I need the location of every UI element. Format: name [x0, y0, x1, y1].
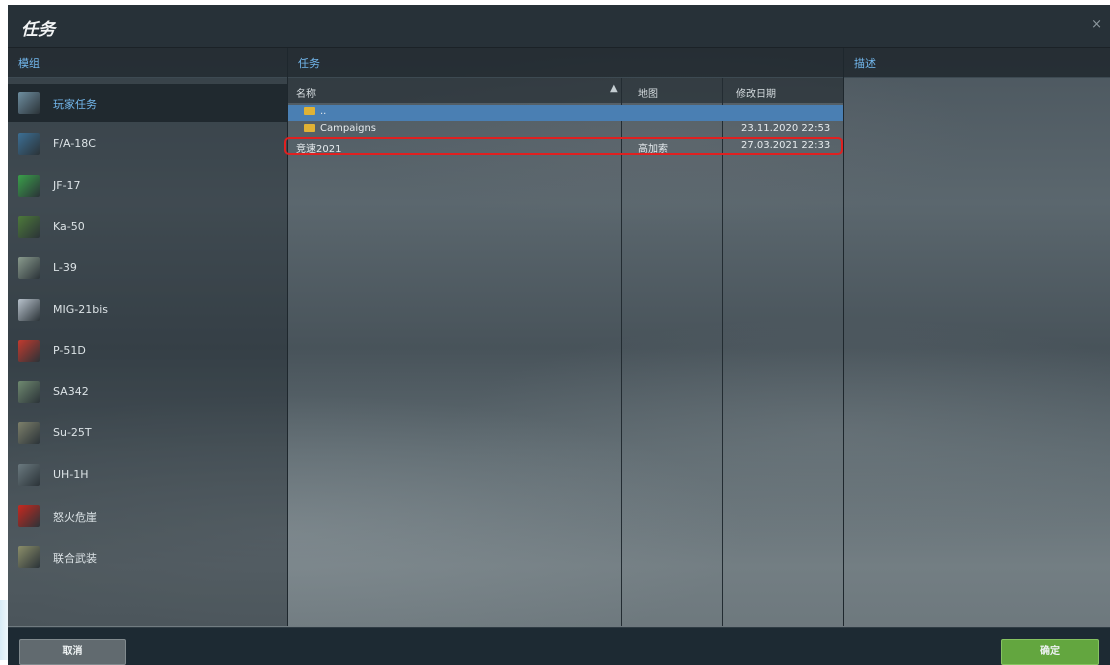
l39-icon	[18, 257, 40, 280]
sidebar-item-label: Ka-50	[53, 219, 85, 233]
fa18c-icon	[18, 133, 40, 156]
mission-date: 27.03.2021 22:33	[741, 140, 831, 151]
mission-name: Campaigns	[304, 123, 376, 134]
mission-name-text: 竞速2021	[296, 144, 342, 155]
sa342-icon	[18, 381, 40, 404]
p51d-icon	[18, 339, 40, 362]
mission-name: ..	[304, 106, 326, 117]
description-column-header: 描述	[844, 48, 1110, 78]
sidebar-item-label: 联合武装	[53, 552, 97, 566]
missions-column-header: 任务	[288, 48, 843, 78]
table-row[interactable]: Campaigns 23.11.2020 22:53	[288, 122, 843, 138]
mission-name: 竞速2021	[296, 140, 341, 155]
sort-ascending-icon[interactable]: ▲	[610, 83, 618, 94]
sidebar-item[interactable]: MIG-21bis	[8, 291, 287, 329]
sidebar-item[interactable]: P-51D	[8, 332, 287, 370]
sidebar-item[interactable]: JF-17	[8, 167, 287, 205]
player-mission-icon	[18, 92, 40, 114]
sidebar-item-label: L-39	[53, 261, 77, 275]
mission-name-text: ..	[320, 106, 327, 117]
mission-list: 名称 ▲ 地图 修改日期 .. Campaigns 23.11.2020 22:53…	[284, 78, 843, 626]
folder-icon	[304, 107, 315, 115]
description-column-title: 描述	[854, 57, 876, 70]
mission-date: 23.11.2020 22:53	[741, 123, 831, 134]
table-header: 名称 ▲ 地图 修改日期	[288, 78, 843, 103]
sidebar-item-label: P-51D	[53, 343, 86, 357]
sidebar-item[interactable]: Ka-50	[8, 208, 287, 246]
table-gridline	[722, 78, 723, 626]
missions-column-title: 任务	[298, 57, 320, 70]
sidebar-item-label: SA342	[53, 385, 89, 399]
table-row[interactable]: ..	[288, 105, 843, 121]
mission-name-text: Campaigns	[320, 123, 377, 134]
date-column-header[interactable]: 修改日期	[736, 85, 776, 100]
table-gridline	[621, 78, 622, 626]
sidebar-item[interactable]: F/A-18C	[8, 125, 287, 163]
sidebar-item[interactable]: 怒火危崖	[8, 497, 287, 535]
ka50-icon	[18, 215, 40, 238]
sidebar-item-label: F/A-18C	[53, 137, 96, 151]
module-sidebar: 玩家任务 F/A-18C JF-17 Ka-50 L-39 MIG-21bis P-51D S…	[8, 78, 287, 626]
map-column-header[interactable]: 地图	[638, 85, 658, 100]
close-icon[interactable]: ×	[1091, 17, 1102, 32]
modules-column-header: 模组	[8, 48, 287, 78]
mission-map: 高加索	[638, 144, 668, 155]
sidebar-item-label: 玩家任务	[53, 98, 97, 111]
sidebar-item[interactable]: 玩家任务	[8, 84, 287, 122]
cancel-button[interactable]: 取消	[19, 639, 126, 665]
star-icon	[18, 505, 40, 527]
sidebar-item-label: MIG-21bis	[53, 302, 108, 316]
mig21bis-icon	[18, 298, 40, 321]
sidebar-item[interactable]: 联合武装	[8, 538, 287, 576]
sidebar-item[interactable]: Su-25T	[8, 414, 287, 452]
sidebar-item-label: Su-25T	[53, 426, 92, 440]
table-row[interactable]: 竞速2021 高加索 27.03.2021 22:33	[284, 137, 843, 155]
dialog-title: 任务	[21, 20, 55, 40]
sidebar-item[interactable]: SA342	[8, 373, 287, 411]
ok-button[interactable]: 确定	[1001, 639, 1099, 665]
title-bar: 任务 ×	[8, 5, 1110, 48]
combined-arms-icon	[18, 546, 40, 569]
jf17-icon	[18, 174, 40, 197]
name-column-header[interactable]: 名称	[296, 85, 316, 100]
folder-icon	[304, 124, 315, 132]
sidebar-item[interactable]: UH-1H	[8, 456, 287, 494]
sidebar-item-label: 怒火危崖	[53, 511, 97, 524]
sidebar-item[interactable]: L-39	[8, 249, 287, 287]
modules-column-title: 模组	[18, 57, 40, 70]
dialog-footer: 取消 确定	[8, 627, 1110, 665]
su25t-icon	[18, 422, 40, 445]
sidebar-item-label: UH-1H	[53, 467, 89, 481]
sidebar-item-label: JF-17	[53, 178, 81, 192]
mission-dialog: 任务 × 模组 任务 描述 玩家任务 F/A-18C JF-17 Ka-50 L-39 M…	[8, 5, 1110, 665]
uh1h-icon	[18, 463, 40, 486]
column-divider	[843, 48, 844, 626]
